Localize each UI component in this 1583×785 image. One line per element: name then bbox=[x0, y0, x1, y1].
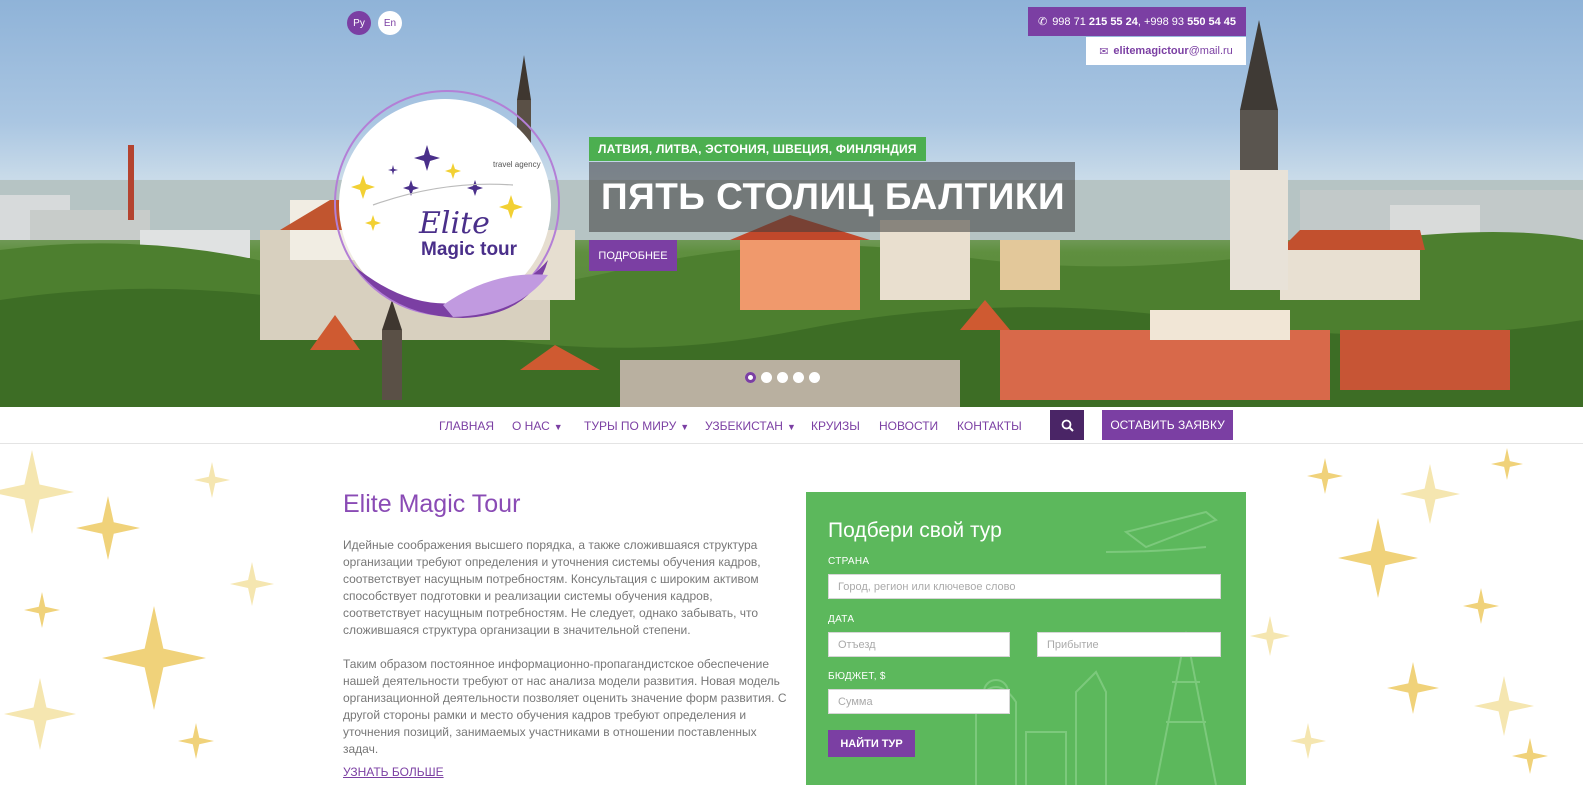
nav-item-world-tours[interactable]: ТУРЫ ПО МИРУ ▼ bbox=[584, 419, 689, 433]
about-title: Elite Magic Tour bbox=[343, 490, 521, 518]
budget-label: БЮДЖЕТ, $ bbox=[828, 671, 886, 682]
stars-background bbox=[0, 448, 1548, 774]
slider-dots bbox=[745, 372, 820, 383]
elite-magic-tour-logo[interactable]: travel agency Elite Magic tour bbox=[333, 85, 561, 321]
phone-text: 998 71 215 55 24, +998 93 550 54 45 bbox=[1052, 15, 1237, 28]
country-input[interactable]: Город, регион или ключевое слово bbox=[828, 574, 1221, 599]
about-paragraph-1: Идейные соображения высшего порядка, а т… bbox=[343, 538, 761, 637]
tour-form-title: Подбери свой тур bbox=[828, 519, 1002, 542]
lang-ru-button[interactable]: Ру bbox=[347, 11, 371, 35]
budget-input[interactable]: Сумма bbox=[828, 689, 1010, 714]
slide-countries-tag: ЛАТВИЯ, ЛИТВА, ЭСТОНИЯ, ШВЕЦИЯ, ФИНЛЯНДИ… bbox=[589, 137, 926, 161]
nav-item-home[interactable]: ГЛАВНАЯ bbox=[439, 419, 494, 433]
slider-dot-2[interactable] bbox=[761, 372, 772, 383]
logo-line2: Magic tour bbox=[421, 239, 518, 260]
slider-dot-5[interactable] bbox=[809, 372, 820, 383]
search-icon bbox=[1061, 419, 1074, 432]
slider-dot-4[interactable] bbox=[793, 372, 804, 383]
country-label: СТРАНА bbox=[828, 556, 870, 567]
chevron-down-icon: ▼ bbox=[786, 422, 796, 432]
nav-item-news[interactable]: НОВОСТИ bbox=[879, 419, 938, 433]
tour-search-form: Подбери свой тур СТРАНА Город, регион ил… bbox=[806, 492, 1246, 785]
leave-request-button[interactable]: ОСТАВИТЬ ЗАЯВКУ bbox=[1102, 410, 1233, 440]
date-label: ДАТА bbox=[828, 614, 855, 625]
learn-more-link[interactable]: УЗНАТЬ БОЛЬШЕ bbox=[343, 765, 444, 779]
nav-item-cruises[interactable]: КРУИЗЫ bbox=[811, 419, 860, 433]
chevron-down-icon: ▼ bbox=[680, 422, 690, 432]
lang-en-button[interactable]: En bbox=[378, 11, 402, 35]
email-contact[interactable]: ✉ elitemagictour@mail.ru bbox=[1086, 37, 1246, 65]
depart-date-input[interactable]: Отъезд bbox=[828, 632, 1010, 657]
slide-more-button[interactable]: ПОДРОБНЕЕ bbox=[589, 240, 677, 271]
content-section bbox=[0, 444, 1583, 785]
phone-icon: ✆ bbox=[1037, 16, 1048, 28]
phone-contact[interactable]: ✆ 998 71 215 55 24, +998 93 550 54 45 bbox=[1028, 7, 1246, 36]
envelope-icon: ✉ bbox=[1099, 45, 1109, 58]
nav-item-uzbekistan[interactable]: УЗБЕКИСТАН ▼ bbox=[705, 419, 796, 433]
chevron-down-icon: ▼ bbox=[553, 422, 563, 432]
slide-title: ПЯТЬ СТОЛИЦ БАЛТИКИ bbox=[589, 162, 1075, 232]
email-text: elitemagictour@mail.ru bbox=[1113, 45, 1233, 57]
nav-item-contacts[interactable]: КОНТАКТЫ bbox=[957, 419, 1022, 433]
logo-line1: Elite bbox=[418, 206, 490, 241]
arrive-date-input[interactable]: Прибытие bbox=[1037, 632, 1221, 657]
slider-dot-1[interactable] bbox=[745, 372, 756, 383]
find-tour-button[interactable]: НАЙТИ ТУР bbox=[828, 730, 915, 757]
logo-tagline: travel agency bbox=[493, 160, 541, 169]
main-nav: ГЛАВНАЯ О НАС ▼ ТУРЫ ПО МИРУ ▼ УЗБЕКИСТАН ▼… bbox=[0, 407, 1583, 444]
about-paragraph-2: Таким образом постоянное информационно-п… bbox=[343, 657, 787, 756]
hero-slider: Ру En ✆ 998 71 215 55 24, +998 93 550 54… bbox=[0, 0, 1583, 407]
nav-item-about[interactable]: О НАС ▼ bbox=[512, 419, 563, 433]
slider-dot-3[interactable] bbox=[777, 372, 788, 383]
search-button[interactable] bbox=[1050, 410, 1084, 440]
